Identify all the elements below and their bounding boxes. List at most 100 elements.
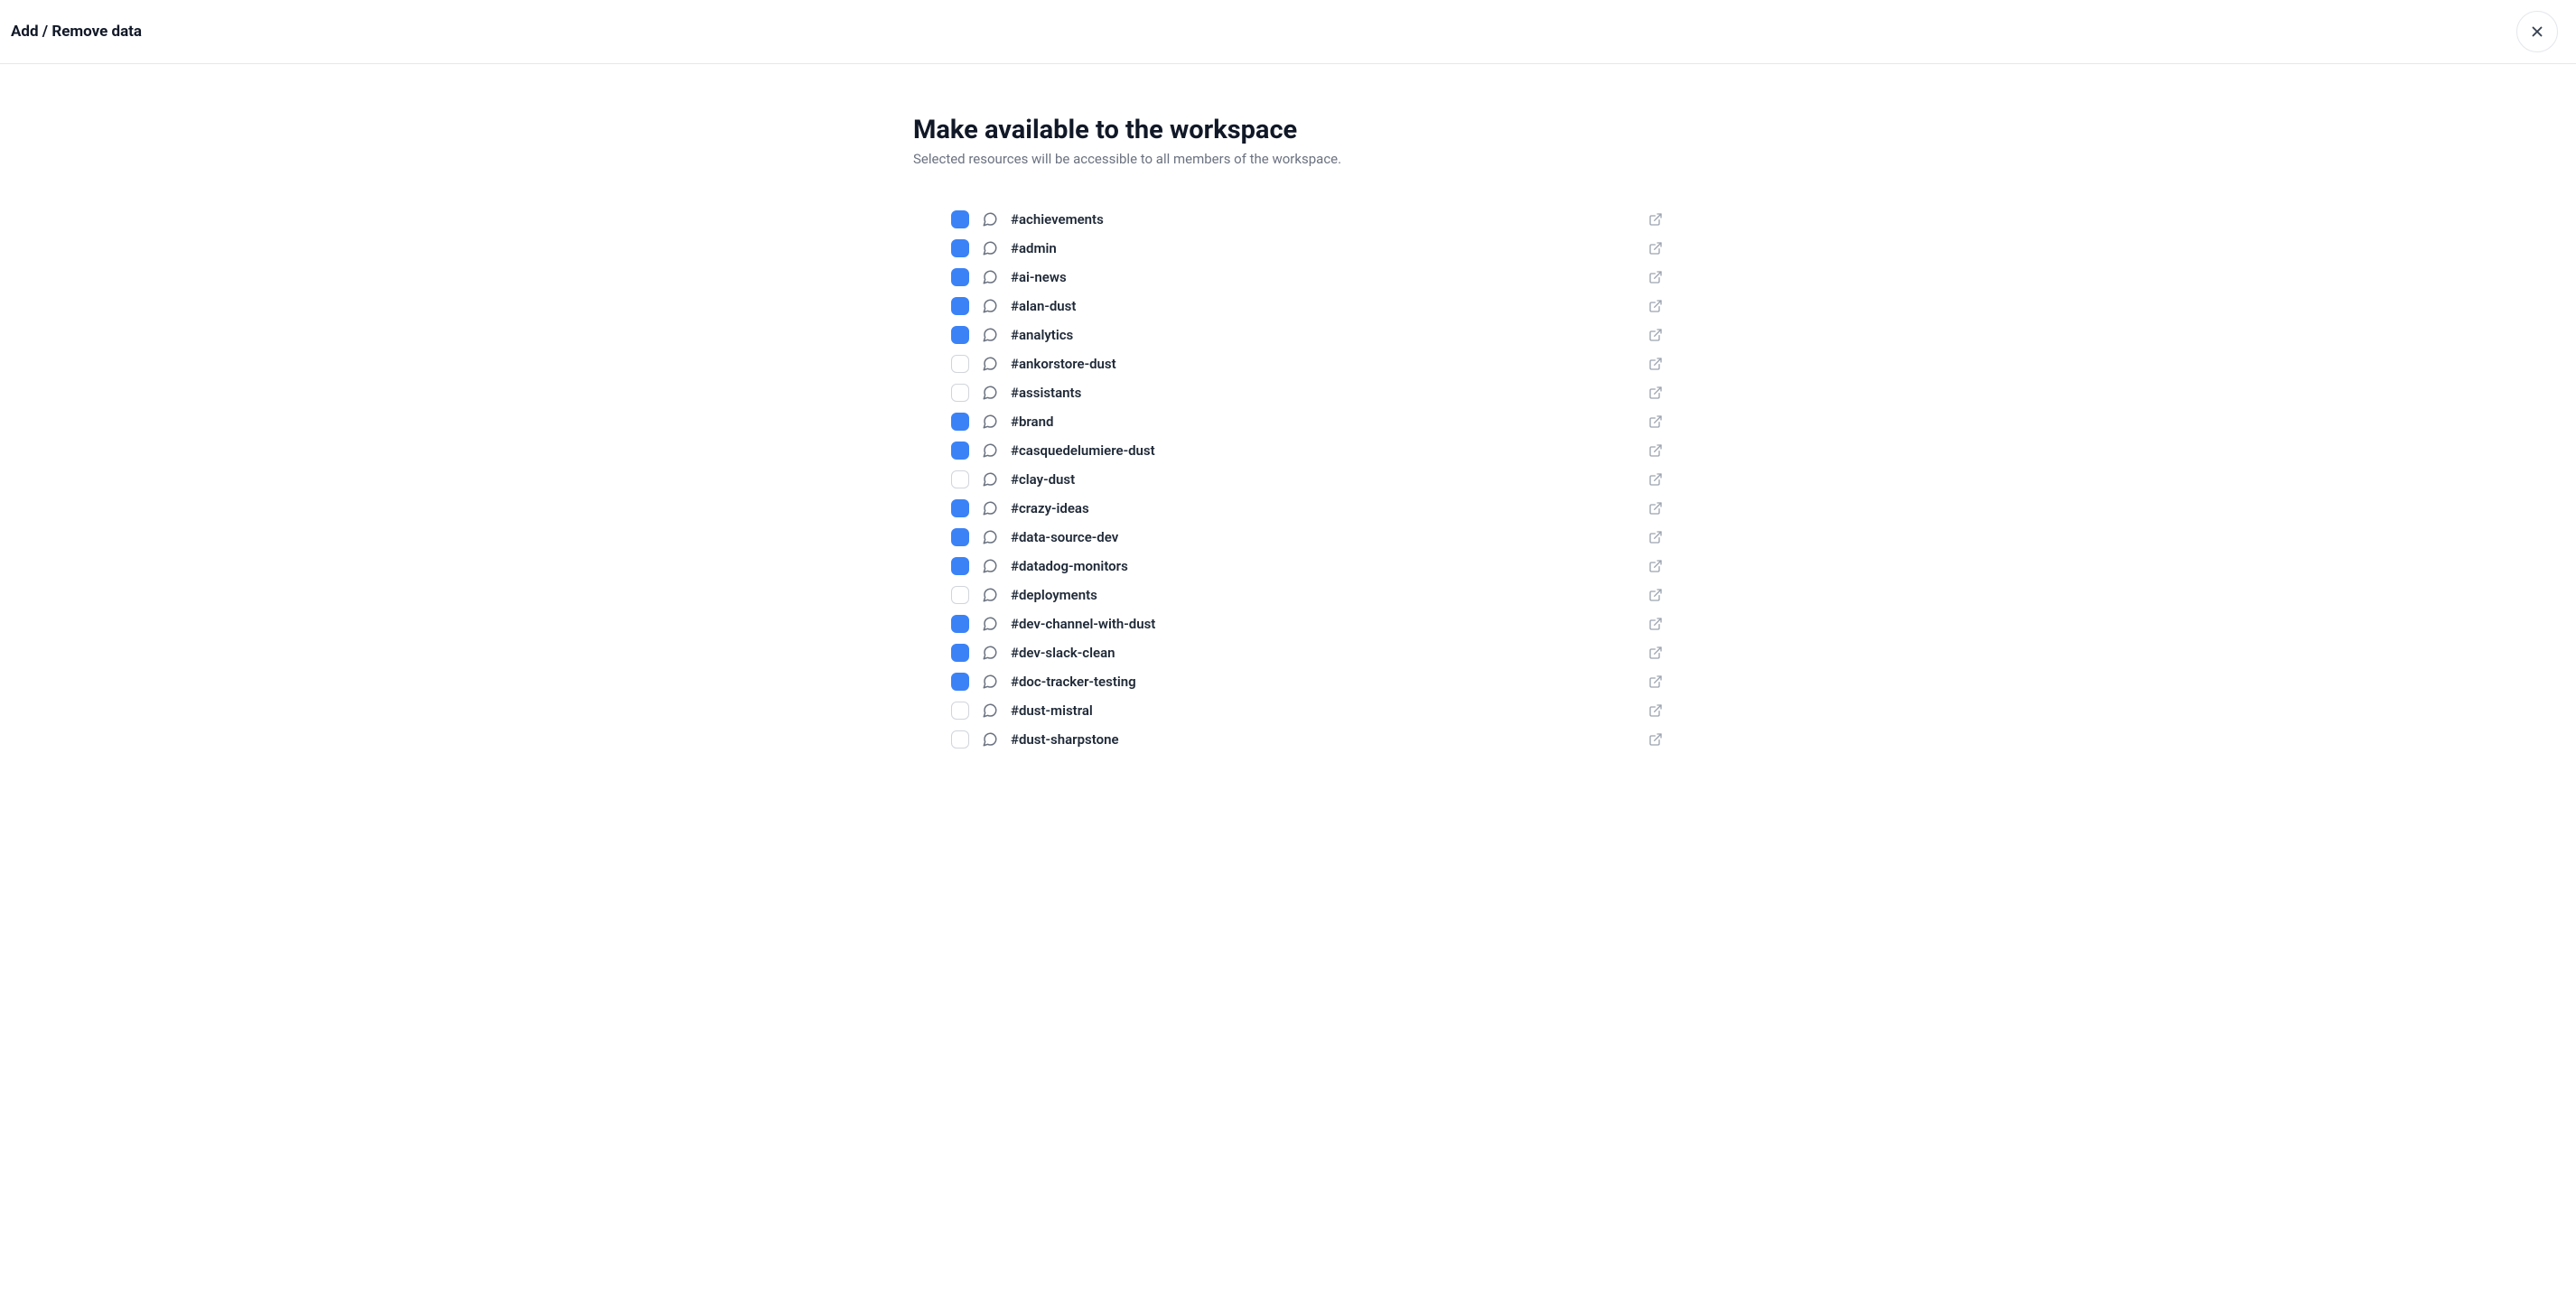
chat-icon <box>982 587 998 603</box>
channel-name[interactable]: #deployments <box>1011 587 1636 603</box>
channel-checkbox[interactable] <box>951 384 969 402</box>
external-link-icon[interactable] <box>1648 501 1663 516</box>
main-content: Make available to the workspace Selected… <box>895 64 1681 772</box>
external-link-icon[interactable] <box>1648 732 1663 747</box>
channel-name[interactable]: #alan-dust <box>1011 298 1636 314</box>
channel-name[interactable]: #doc-tracker-testing <box>1011 674 1636 690</box>
chat-icon <box>982 674 998 690</box>
chat-icon <box>982 442 998 459</box>
channel-row: #crazy-ideas <box>951 494 1663 523</box>
channel-checkbox[interactable] <box>951 413 969 431</box>
channel-checkbox[interactable] <box>951 499 969 517</box>
channel-row: #clay-dust <box>951 465 1663 494</box>
channel-checkbox[interactable] <box>951 355 969 373</box>
channel-row: #analytics <box>951 321 1663 349</box>
channel-name[interactable]: #analytics <box>1011 327 1636 343</box>
channel-name[interactable]: #assistants <box>1011 385 1636 401</box>
external-link-icon[interactable] <box>1648 414 1663 429</box>
channel-row: #ai-news <box>951 263 1663 292</box>
channel-row: #datadog-monitors <box>951 552 1663 581</box>
channel-name[interactable]: #datadog-monitors <box>1011 558 1636 574</box>
external-link-icon[interactable] <box>1648 559 1663 573</box>
channel-row: #dev-channel-with-dust <box>951 609 1663 638</box>
external-link-icon[interactable] <box>1648 530 1663 544</box>
channel-row: #deployments <box>951 581 1663 609</box>
chat-icon <box>982 616 998 632</box>
channel-checkbox[interactable] <box>951 557 969 575</box>
chat-icon <box>982 731 998 748</box>
external-link-icon[interactable] <box>1648 588 1663 602</box>
channel-checkbox[interactable] <box>951 673 969 691</box>
channel-row: #alan-dust <box>951 292 1663 321</box>
channel-row: #dust-sharpstone <box>951 725 1663 754</box>
chat-icon <box>982 471 998 488</box>
external-link-icon[interactable] <box>1648 328 1663 342</box>
chat-icon <box>982 385 998 401</box>
channel-name[interactable]: #casquedelumiere-dust <box>1011 442 1636 459</box>
external-link-icon[interactable] <box>1648 443 1663 458</box>
channel-name[interactable]: #ai-news <box>1011 269 1636 285</box>
channel-list: #achievements #admin #ai-news #alan-dust… <box>913 205 1663 754</box>
chat-icon <box>982 298 998 314</box>
page-title: Make available to the workspace <box>913 115 1663 145</box>
channel-row: #ankorstore-dust <box>951 349 1663 378</box>
channel-name[interactable]: #data-source-dev <box>1011 529 1636 545</box>
chat-icon <box>982 645 998 661</box>
chat-icon <box>982 702 998 719</box>
channel-checkbox[interactable] <box>951 470 969 488</box>
external-link-icon[interactable] <box>1648 299 1663 313</box>
external-link-icon[interactable] <box>1648 674 1663 689</box>
channel-row: #admin <box>951 234 1663 263</box>
channel-checkbox[interactable] <box>951 297 969 315</box>
chat-icon <box>982 558 998 574</box>
page-subtitle: Selected resources will be accessible to… <box>913 151 1663 167</box>
close-button[interactable] <box>2516 11 2558 52</box>
channel-row: #dust-mistral <box>951 696 1663 725</box>
external-link-icon[interactable] <box>1648 703 1663 718</box>
channel-row: #brand <box>951 407 1663 436</box>
channel-name[interactable]: #crazy-ideas <box>1011 500 1636 516</box>
external-link-icon[interactable] <box>1648 617 1663 631</box>
channel-row: #dev-slack-clean <box>951 638 1663 667</box>
channel-name[interactable]: #dust-sharpstone <box>1011 731 1636 748</box>
channel-checkbox[interactable] <box>951 702 969 720</box>
channel-row: #doc-tracker-testing <box>951 667 1663 696</box>
external-link-icon[interactable] <box>1648 357 1663 371</box>
channel-checkbox[interactable] <box>951 326 969 344</box>
channel-checkbox[interactable] <box>951 528 969 546</box>
chat-icon <box>982 356 998 372</box>
external-link-icon[interactable] <box>1648 386 1663 400</box>
external-link-icon[interactable] <box>1648 472 1663 487</box>
close-icon <box>2529 23 2545 40</box>
channel-checkbox[interactable] <box>951 442 969 460</box>
channel-checkbox[interactable] <box>951 268 969 286</box>
external-link-icon[interactable] <box>1648 646 1663 660</box>
chat-icon <box>982 211 998 228</box>
channel-row: #achievements <box>951 205 1663 234</box>
modal-title: Add / Remove data <box>11 23 142 41</box>
channel-checkbox[interactable] <box>951 210 969 228</box>
channel-name[interactable]: #clay-dust <box>1011 471 1636 488</box>
channel-checkbox[interactable] <box>951 644 969 662</box>
channel-checkbox[interactable] <box>951 239 969 257</box>
channel-checkbox[interactable] <box>951 586 969 604</box>
modal-header: Add / Remove data <box>0 0 2576 64</box>
external-link-icon[interactable] <box>1648 241 1663 256</box>
channel-name[interactable]: #dust-mistral <box>1011 702 1636 719</box>
channel-name[interactable]: #brand <box>1011 414 1636 430</box>
channel-name[interactable]: #admin <box>1011 240 1636 256</box>
channel-name[interactable]: #achievements <box>1011 211 1636 228</box>
channel-name[interactable]: #dev-slack-clean <box>1011 645 1636 661</box>
channel-row: #casquedelumiere-dust <box>951 436 1663 465</box>
chat-icon <box>982 500 998 516</box>
channel-checkbox[interactable] <box>951 615 969 633</box>
chat-icon <box>982 327 998 343</box>
chat-icon <box>982 529 998 545</box>
channel-checkbox[interactable] <box>951 730 969 748</box>
channel-name[interactable]: #dev-channel-with-dust <box>1011 616 1636 632</box>
external-link-icon[interactable] <box>1648 270 1663 284</box>
channel-name[interactable]: #ankorstore-dust <box>1011 356 1636 372</box>
external-link-icon[interactable] <box>1648 212 1663 227</box>
chat-icon <box>982 269 998 285</box>
channel-row: #data-source-dev <box>951 523 1663 552</box>
